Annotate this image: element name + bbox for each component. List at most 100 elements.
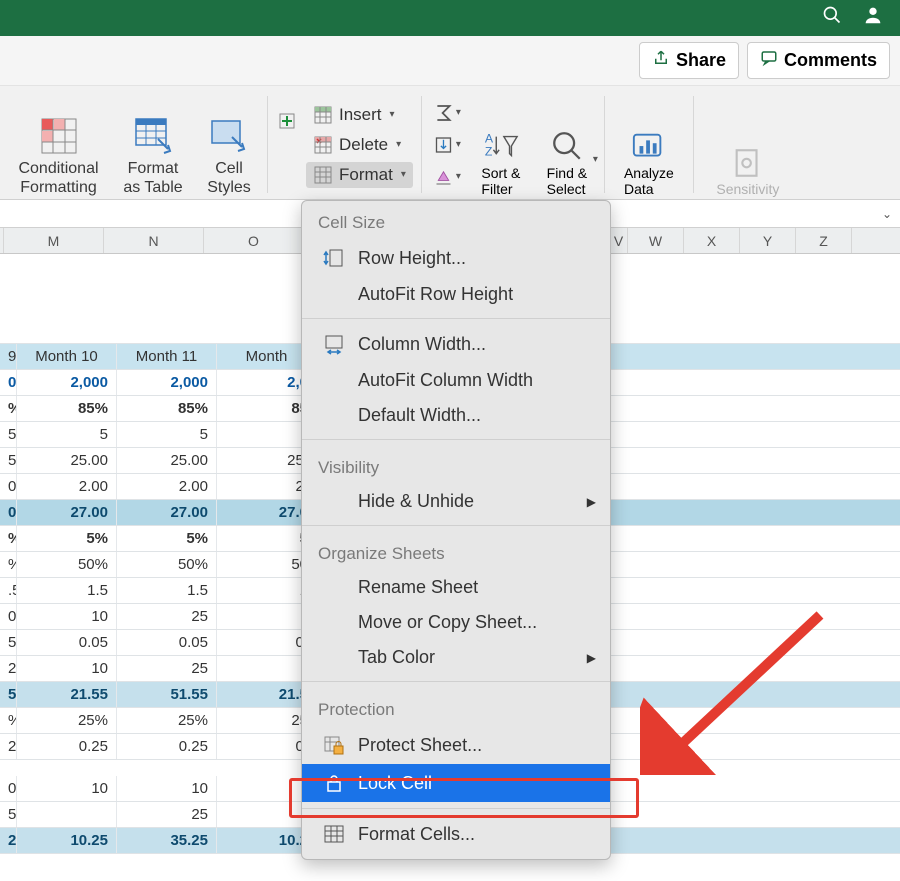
expand-formula-icon[interactable]: ⌄ xyxy=(878,205,896,223)
delete-button[interactable]: Delete ▾ xyxy=(306,132,413,158)
cell[interactable]: 25.00 xyxy=(17,448,117,473)
share-button[interactable]: Share xyxy=(639,42,739,79)
cell[interactable]: % xyxy=(0,708,17,733)
share-icon xyxy=(652,49,670,72)
menu-autofit-row[interactable]: AutoFit Row Height xyxy=(302,277,610,312)
cell-styles-icon xyxy=(209,116,249,156)
cell[interactable]: 2,000 xyxy=(17,370,117,395)
menu-rename-sheet[interactable]: Rename Sheet xyxy=(302,570,610,605)
cell[interactable]: 00 xyxy=(0,500,17,525)
cell[interactable]: % xyxy=(0,526,17,551)
menu-format-cells[interactable]: Format Cells... xyxy=(302,815,610,853)
cell[interactable]: 25% xyxy=(117,708,217,733)
account-icon[interactable] xyxy=(862,4,884,32)
cell[interactable]: 5 xyxy=(0,422,17,447)
col-N[interactable]: N xyxy=(104,228,204,253)
sort-filter-button[interactable]: AZ Sort & Filter xyxy=(468,90,534,199)
cell[interactable]: 5 xyxy=(117,422,217,447)
cell[interactable]: 1.5 xyxy=(17,578,117,603)
cell[interactable]: % xyxy=(0,552,17,577)
analyze-data-button[interactable]: Analyze Data xyxy=(609,90,689,199)
col-X[interactable]: X xyxy=(684,228,740,253)
cell[interactable]: 25 xyxy=(0,656,17,681)
cell[interactable]: 5% xyxy=(17,526,117,551)
menu-hide-unhide[interactable]: Hide & Unhide ▶ xyxy=(302,484,610,519)
comments-button[interactable]: Comments xyxy=(747,42,890,79)
menu-section-protection: Protection xyxy=(302,688,610,726)
col-Y[interactable]: Y xyxy=(740,228,796,253)
insert-button[interactable]: Insert ▾ xyxy=(306,102,413,128)
find-select-button[interactable]: ▾ Find & Select xyxy=(534,90,600,199)
menu-tab-color[interactable]: Tab Color ▶ xyxy=(302,640,610,675)
cell[interactable]: 10 xyxy=(17,604,117,629)
menu-label: Format Cells... xyxy=(358,824,475,845)
cell[interactable]: 50% xyxy=(117,552,217,577)
cell[interactable]: 5 xyxy=(0,630,17,655)
cell[interactable]: 10.25 xyxy=(17,828,117,853)
cell[interactable]: 55 xyxy=(0,682,17,707)
col-V[interactable]: V xyxy=(610,228,628,253)
cell[interactable]: 2.00 xyxy=(117,474,217,499)
cell[interactable]: 27.00 xyxy=(17,500,117,525)
cell[interactable]: 21.55 xyxy=(17,682,117,707)
cell[interactable]: 5% xyxy=(117,526,217,551)
cell[interactable]: 10 xyxy=(17,656,117,681)
cell[interactable]: 25.00 xyxy=(117,448,217,473)
cell[interactable]: 2.00 xyxy=(17,474,117,499)
cell[interactable]: 25 xyxy=(117,802,217,827)
format-button[interactable]: Format ▾ xyxy=(306,162,413,188)
cell[interactable]: .5 xyxy=(0,578,17,603)
cell[interactable]: 25 xyxy=(117,604,217,629)
col-O[interactable]: O xyxy=(204,228,304,253)
cell[interactable]: 5 xyxy=(17,422,117,447)
cell[interactable]: 85% xyxy=(17,396,117,421)
cell[interactable]: 0.25 xyxy=(117,734,217,759)
cell[interactable]: 2,000 xyxy=(117,370,217,395)
menu-default-width[interactable]: Default Width... xyxy=(302,398,610,433)
cell[interactable]: 0.05 xyxy=(17,630,117,655)
fill-icon[interactable]: ▾ xyxy=(433,131,461,159)
menu-protect-sheet[interactable]: Protect Sheet... xyxy=(302,726,610,764)
cell[interactable]: 0 xyxy=(0,604,17,629)
format-as-table-button[interactable]: Format as Table xyxy=(111,90,195,199)
menu-column-width[interactable]: Column Width... xyxy=(302,325,610,363)
cell[interactable]: 5 xyxy=(0,802,17,827)
cell[interactable]: 00 xyxy=(0,370,17,395)
cell-styles-label: Cell Styles xyxy=(207,160,251,197)
menu-move-copy[interactable]: Move or Copy Sheet... xyxy=(302,605,610,640)
menu-autofit-col[interactable]: AutoFit Column Width xyxy=(302,363,610,398)
conditional-formatting-button[interactable]: Conditional Formatting xyxy=(6,90,111,199)
cell[interactable]: 10 xyxy=(17,776,117,801)
cell[interactable]: 35.25 xyxy=(117,828,217,853)
cell[interactable]: 25 xyxy=(117,656,217,681)
cell[interactable]: 0 xyxy=(0,776,17,801)
cell[interactable]: 50% xyxy=(17,552,117,577)
cell-styles-button[interactable]: Cell Styles xyxy=(195,90,263,199)
col-Z[interactable]: Z xyxy=(796,228,852,253)
cell[interactable]: 27.00 xyxy=(117,500,217,525)
format-icon xyxy=(313,165,333,185)
cell[interactable]: 0.25 xyxy=(17,734,117,759)
autosum-icon[interactable]: ▾ xyxy=(433,99,461,127)
menu-lock-cell[interactable]: Lock Cell xyxy=(302,764,610,802)
cell[interactable]: 25 xyxy=(0,734,17,759)
col-W[interactable]: W xyxy=(628,228,684,253)
cell[interactable]: 25% xyxy=(17,708,117,733)
chevron-down-icon: ▾ xyxy=(593,154,598,165)
cell[interactable]: 10 xyxy=(117,776,217,801)
cell[interactable]: 25 xyxy=(0,828,17,853)
search-icon[interactable] xyxy=(822,5,842,31)
cell[interactable]: 5 xyxy=(0,448,17,473)
format-as-table-icon xyxy=(133,116,173,156)
cell[interactable]: 0 xyxy=(0,474,17,499)
clear-icon[interactable]: ▾ xyxy=(433,163,461,191)
cell[interactable]: % xyxy=(0,396,17,421)
insert-label: Insert xyxy=(339,105,382,125)
col-M[interactable]: M xyxy=(4,228,104,253)
menu-row-height[interactable]: Row Height... xyxy=(302,239,610,277)
cell[interactable]: 1.5 xyxy=(117,578,217,603)
cell[interactable]: 51.55 xyxy=(117,682,217,707)
cell[interactable]: 0.05 xyxy=(117,630,217,655)
cell[interactable]: 85% xyxy=(117,396,217,421)
cell[interactable] xyxy=(17,802,117,827)
